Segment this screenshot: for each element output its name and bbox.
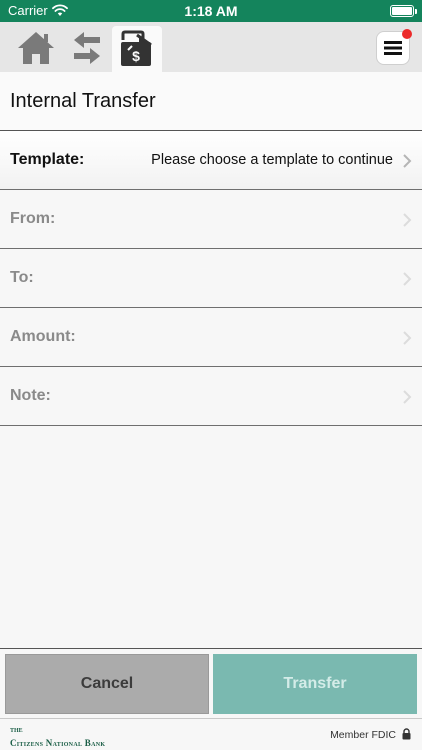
battery-icon [390, 5, 417, 17]
chevron-right-icon [403, 154, 412, 168]
svg-text:$: $ [132, 48, 140, 64]
chevron-right-icon [403, 272, 412, 286]
nav-home-button[interactable] [12, 26, 60, 70]
lock-icon [402, 728, 411, 740]
from-row[interactable]: From: [0, 190, 422, 249]
amount-label: Amount: [10, 328, 76, 345]
bank-logo: THE Citizens National Bank [10, 728, 105, 750]
template-value: Please choose a template to continue [151, 152, 393, 168]
chevron-right-icon [403, 213, 412, 227]
nav-transfers-button[interactable] [63, 26, 111, 70]
from-label: From: [10, 210, 56, 227]
logo-the: THE [10, 728, 23, 734]
chevron-right-icon [403, 390, 412, 404]
hamburger-menu-icon [384, 41, 402, 55]
chevron-right-icon [403, 331, 412, 345]
home-icon [18, 32, 54, 64]
logo-name: Citizens National Bank [10, 738, 106, 748]
footer: THE Citizens National Bank Member FDIC [0, 718, 422, 750]
cancel-button[interactable]: Cancel [5, 654, 209, 714]
template-label: Template: [10, 151, 85, 168]
notification-badge [402, 29, 412, 39]
transfer-button[interactable]: Transfer [213, 654, 417, 714]
member-fdic-label: Member FDIC [330, 729, 396, 741]
menu-button[interactable] [376, 29, 412, 65]
nav-internal-transfer-button[interactable]: $ [112, 26, 162, 72]
clock: 1:18 AM [184, 3, 238, 19]
amount-row[interactable]: Amount: [0, 308, 422, 367]
page-title: Internal Transfer [0, 72, 422, 131]
to-row[interactable]: To: [0, 249, 422, 308]
template-row[interactable]: Template: Please choose a template to co… [0, 131, 422, 190]
transfer-arrows-icon [74, 32, 100, 64]
action-bar: Cancel Transfer [0, 648, 422, 718]
nav-toolbar: $ [0, 22, 422, 72]
money-transfer-icon: $ [121, 30, 152, 66]
note-label: Note: [10, 387, 51, 404]
note-row[interactable]: Note: [0, 367, 422, 426]
status-bar: Carrier 1:18 AM [0, 0, 422, 22]
to-label: To: [10, 269, 34, 286]
